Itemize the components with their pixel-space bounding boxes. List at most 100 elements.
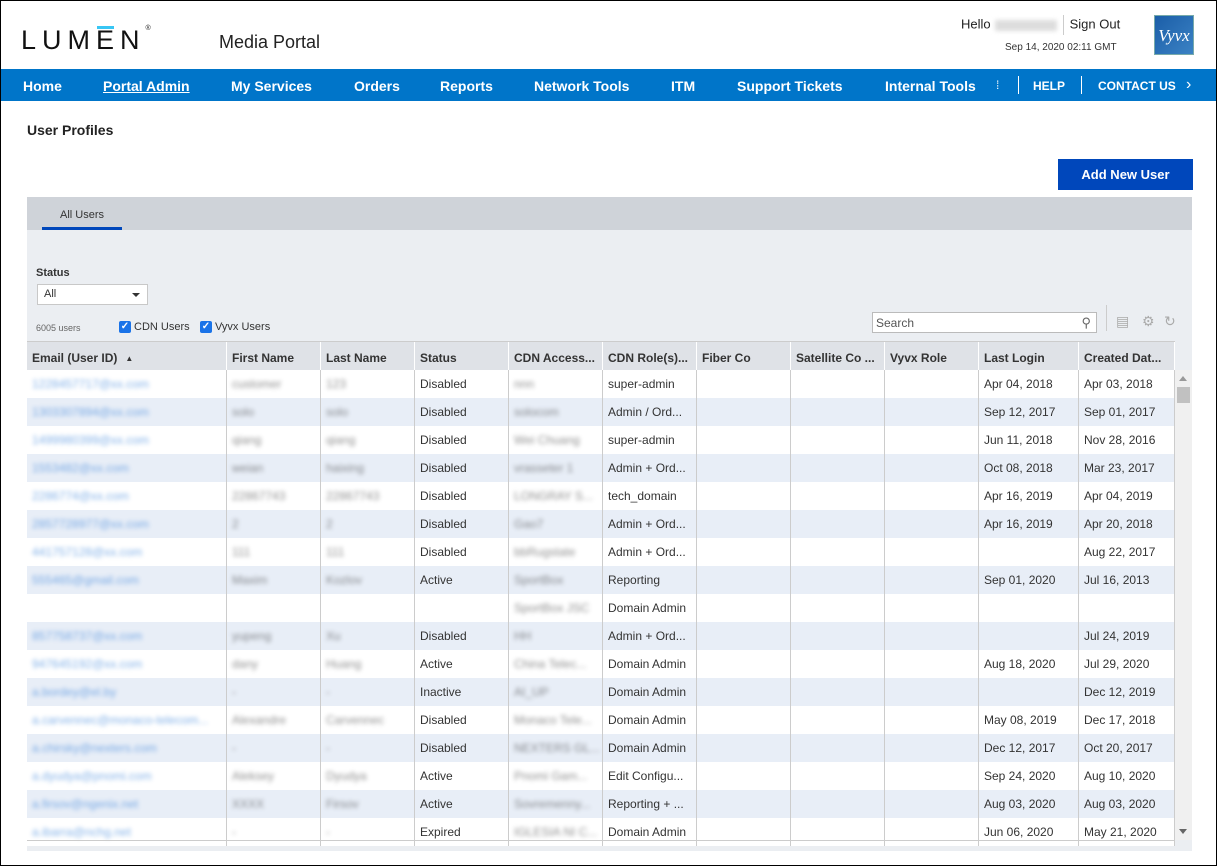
sort-ascending-icon[interactable]: ▲ (125, 354, 133, 363)
cell-email[interactable]: 2857728977@xx.com (27, 510, 227, 538)
cell-created-date: Jul 16, 2013 (1079, 566, 1175, 594)
cell-last-name: 123 (321, 370, 415, 398)
column-header-last-name[interactable]: Last Name (321, 342, 415, 370)
cell-email[interactable]: 2286774@xx.com (27, 482, 227, 510)
main-nav: Home Portal Admin My Services Orders Rep… (1, 69, 1216, 101)
nav-support-tickets[interactable]: Support Tickets (737, 78, 843, 94)
cell-email[interactable]: a.carvennec@monaco-telecom... (27, 706, 227, 734)
table-row[interactable]: 947645192@xx.com dany Huang Active China Tel… (27, 650, 1175, 678)
nav-orders[interactable]: Orders (354, 78, 400, 94)
cell-email[interactable]: a.firsov@ngenix.net (27, 790, 227, 818)
cell-last-name: Kozlov (321, 566, 415, 594)
cell-cdn-roles: Edit Configu... (603, 762, 697, 790)
nav-reports[interactable]: Reports (440, 78, 493, 94)
cell-email[interactable]: a.bordey@el.by (27, 678, 227, 706)
cell-value: Wei Chuang (514, 433, 580, 447)
cell-email[interactable]: 1499980399@xx.com (27, 426, 227, 454)
refresh-icon[interactable]: ↻ (1164, 313, 1176, 330)
cell-value: a.dyudya@pnomi.com (32, 769, 152, 783)
search-icon[interactable]: ⚲ (1081, 315, 1091, 331)
table-row[interactable]: 2286774@xx.com 22867743 22867743 Disabled LO… (27, 482, 1175, 510)
cell-first-name: XXXX (227, 790, 321, 818)
table-row[interactable]: 555465@gmail.com Maxim Kozlov Active SportBo… (27, 566, 1175, 594)
scrollbar-thumb[interactable] (1177, 387, 1190, 403)
cell-cdn-access: SportBox (509, 566, 603, 594)
cell-satellite-co (791, 818, 885, 846)
cell-email[interactable]: 857758737@xx.com (27, 622, 227, 650)
column-header-fiber-co[interactable]: Fiber Co (697, 342, 791, 370)
sign-out-link[interactable]: Sign Out (1070, 16, 1121, 31)
table-row[interactable]: a.firsov@ngenix.net XXXX Firsov Active Sovre… (27, 790, 1175, 818)
nav-help[interactable]: HELP (1033, 79, 1065, 93)
table-row[interactable]: a.dyudya@pnomi.com Aleksey Dyudya Active Pno… (27, 762, 1175, 790)
nav-network-tools[interactable]: Network Tools (534, 78, 629, 94)
table-row[interactable]: 441757128@xx.com 111 111 Disabled bbRugstate… (27, 538, 1175, 566)
cell-email[interactable]: 947645192@xx.com (27, 650, 227, 678)
search-input[interactable]: Search ⚲ (872, 312, 1097, 333)
table-row[interactable]: a.ibarra@nchg.net - - Expired IGLESIA NI C..… (27, 818, 1175, 846)
table-row[interactable]: a.carvennec@monaco-telecom... Alexandre Ca… (27, 706, 1175, 734)
cell-status: Disabled (415, 538, 509, 566)
column-header-cdn-roles[interactable]: CDN Role(s)... (603, 342, 697, 370)
cell-email[interactable]: 1553482@xx.com (27, 454, 227, 482)
nav-home[interactable]: Home (23, 78, 62, 94)
vertical-scrollbar[interactable] (1175, 370, 1192, 840)
cell-last-login: Apr 16, 2019 (979, 510, 1079, 538)
table-row[interactable]: 1228457717@xx.com customer 123 Disabled nnn s… (27, 370, 1175, 398)
column-header-email[interactable]: Email (User ID) ▲ (27, 342, 227, 370)
vyvx-users-label: Vyvx Users (215, 321, 271, 333)
table-row[interactable]: 1499980399@xx.com qiang qiang Disabled Wei C… (27, 426, 1175, 454)
column-header-last-login[interactable]: Last Login (979, 342, 1079, 370)
chevron-right-icon[interactable]: › (1186, 76, 1191, 94)
add-new-user-button[interactable]: Add New User (1058, 159, 1193, 190)
cell-value: Dyudya (326, 769, 367, 783)
cell-value: Apr 20, 2018 (1084, 517, 1153, 531)
cell-email[interactable]: a.ibarra@nchg.net (27, 818, 227, 846)
table-row[interactable]: 1553482@xx.com weian haixing Disabled vrasse… (27, 454, 1175, 482)
cell-value: Jul 29, 2020 (1084, 657, 1150, 671)
nav-overflow-icon[interactable]: ⁞ (996, 78, 999, 92)
table-row[interactable]: 2857728977@xx.com 2 2 Disabled Gao7 Admin + O… (27, 510, 1175, 538)
cdn-users-checkbox[interactable]: ✓ CDN Users (119, 321, 190, 333)
column-header-vyvx-role[interactable]: Vyvx Role (885, 342, 979, 370)
cell-first-name: dany (227, 650, 321, 678)
cell-value: Domain Admin (608, 825, 687, 839)
nav-itm[interactable]: ITM (671, 78, 695, 94)
column-header-status[interactable]: Status (415, 342, 509, 370)
scroll-up-icon[interactable] (1179, 376, 1187, 381)
cell-value: China Telec... (514, 657, 587, 671)
export-icon[interactable]: ▤ (1116, 313, 1129, 330)
cell-email[interactable]: 1303307894@xx.com (27, 398, 227, 426)
cell-first-name: qiang (227, 426, 321, 454)
column-header-label: Last Name (326, 351, 387, 365)
table-row[interactable]: 857758737@xx.com yupeng Xu Disabled HH Admin … (27, 622, 1175, 650)
lumen-logo[interactable]: LUMEN® (21, 25, 151, 56)
tab-all-users[interactable]: All Users (42, 197, 122, 230)
nav-internal-tools[interactable]: Internal Tools (885, 78, 976, 94)
cell-vyvx-role (885, 818, 979, 846)
nav-my-services[interactable]: My Services (231, 78, 312, 94)
column-header-satellite-co[interactable]: Satellite Co ... (791, 342, 885, 370)
cell-cdn-roles: Admin + Ord... (603, 454, 697, 482)
column-header-cdn-access[interactable]: CDN Access... (509, 342, 603, 370)
divider (1062, 15, 1064, 35)
cell-email[interactable]: a.chirsky@nexters.com (27, 734, 227, 762)
nav-portal-admin[interactable]: Portal Admin (103, 78, 190, 94)
nav-contact-us[interactable]: CONTACT US (1098, 79, 1176, 93)
cell-email[interactable]: 441757128@xx.com (27, 538, 227, 566)
vyvx-users-checkbox[interactable]: ✓ Vyvx Users (200, 321, 270, 333)
column-header-first-name[interactable]: First Name (227, 342, 321, 370)
gear-icon[interactable]: ⚙ (1142, 313, 1155, 330)
column-header-created-date[interactable]: Created Dat... (1079, 342, 1175, 370)
table-row[interactable]: a.chirsky@nexters.com - - Disabled NEXTERS G… (27, 734, 1175, 762)
cell-email[interactable]: 555465@gmail.com (27, 566, 227, 594)
cell-email[interactable]: a.dyudya@pnomi.com (27, 762, 227, 790)
table-row[interactable]: 1303307894@xx.com solo solo Disabled solocom… (27, 398, 1175, 426)
cell-email[interactable]: 1228457717@xx.com (27, 370, 227, 398)
cell-vyvx-role (885, 706, 979, 734)
table-row[interactable]: a.bordey@el.by - - Inactive AI_UP Domain Admi… (27, 678, 1175, 706)
table-row[interactable]: SportBox JSC Domain Admin (27, 594, 1175, 622)
scroll-down-icon[interactable] (1179, 829, 1187, 834)
cell-vyvx-role (885, 594, 979, 622)
status-filter-select[interactable]: All (37, 284, 148, 305)
